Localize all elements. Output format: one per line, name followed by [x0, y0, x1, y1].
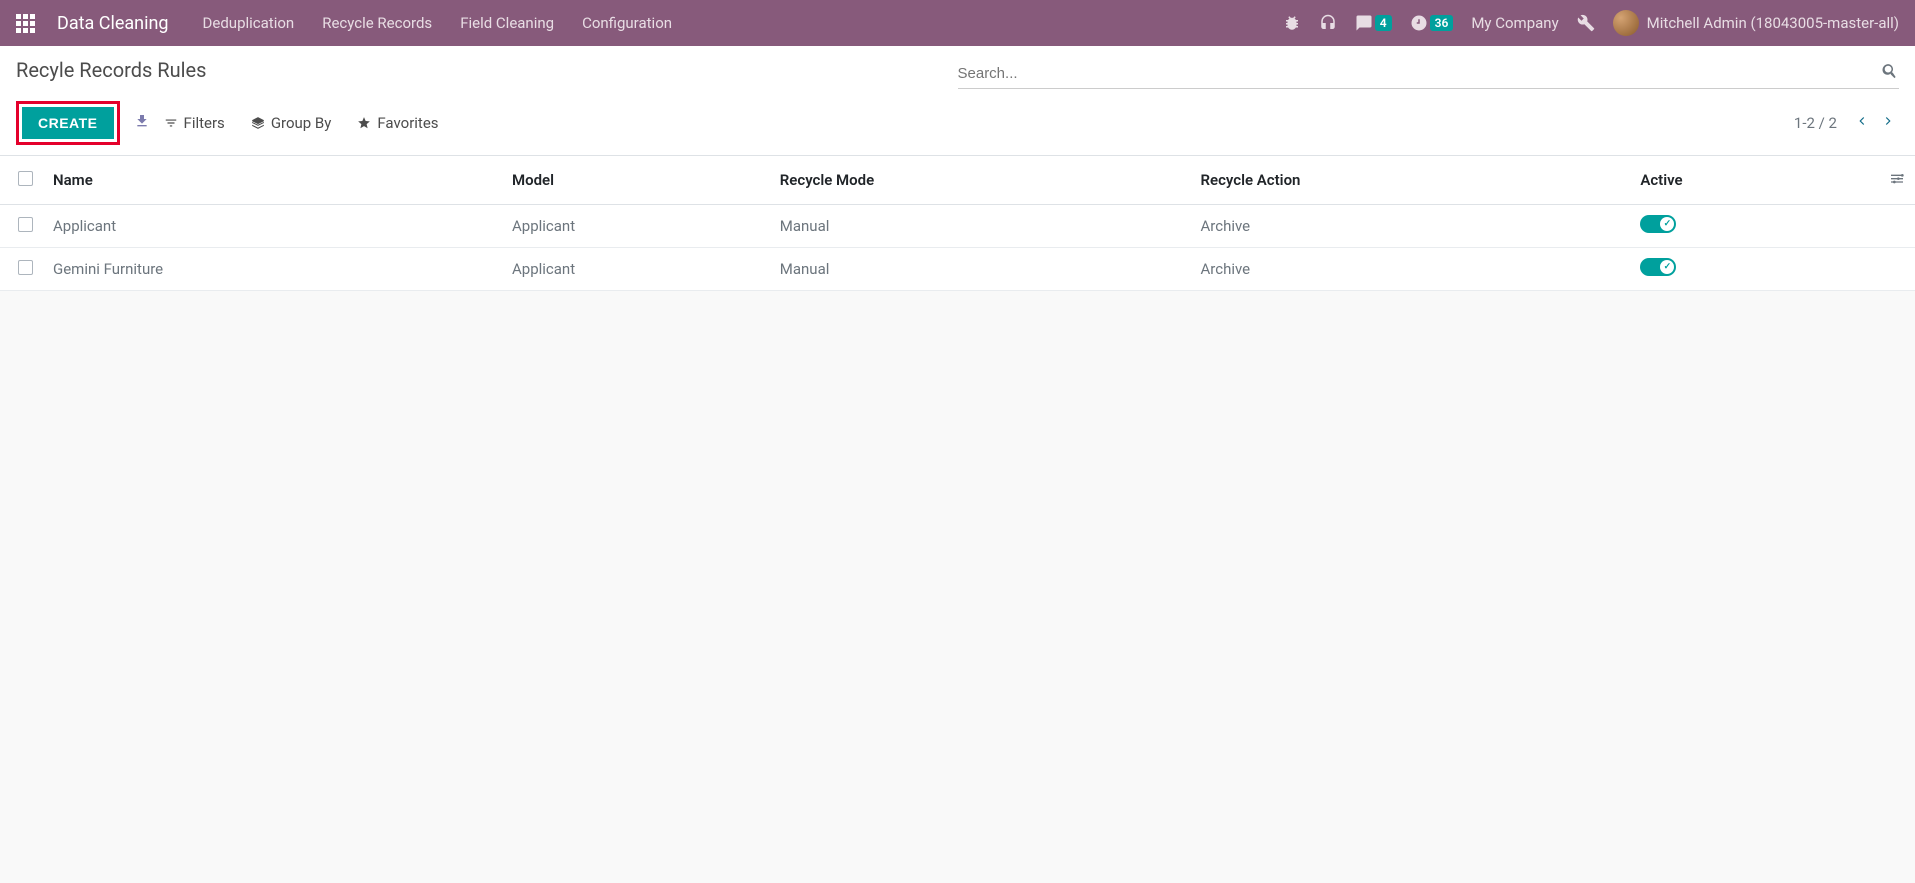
cp-center: Filters Group By Favorites — [150, 114, 1794, 132]
import-icon[interactable] — [134, 113, 150, 133]
control-panel: Recyle Records Rules CREATE Filters Gro — [0, 46, 1915, 156]
filters-button[interactable]: Filters — [164, 114, 225, 132]
th-active[interactable]: Active — [1630, 156, 1879, 205]
columns-options-icon[interactable] — [1889, 172, 1905, 190]
cell-name: Applicant — [43, 205, 502, 248]
favorites-button[interactable]: Favorites — [357, 114, 438, 132]
activities-icon[interactable]: 36 — [1410, 14, 1454, 32]
nav-deduplication[interactable]: Deduplication — [203, 14, 295, 32]
search-wrap — [958, 58, 1900, 89]
cell-model: Applicant — [502, 248, 770, 291]
search-input[interactable] — [958, 65, 1882, 82]
nav-links: Deduplication Recycle Records Field Clea… — [203, 14, 672, 32]
cell-model: Applicant — [502, 205, 770, 248]
user-label: Mitchell Admin (18043005-master-all) — [1647, 14, 1899, 32]
cell-name: Gemini Furniture — [43, 248, 502, 291]
apps-icon[interactable] — [16, 14, 35, 33]
pager-text: 1-2 / 2 — [1794, 114, 1837, 132]
company-switcher[interactable]: My Company — [1471, 14, 1558, 32]
cp-bottom: CREATE Filters Group By Favorites 1-2 / … — [16, 101, 1899, 145]
search-icon[interactable] — [1881, 62, 1899, 84]
filters-label: Filters — [184, 114, 225, 132]
pager-next[interactable] — [1877, 112, 1899, 134]
activities-badge: 36 — [1430, 15, 1454, 31]
active-toggle[interactable] — [1640, 215, 1676, 233]
cell-mode: Manual — [770, 205, 1191, 248]
navbar-right: 4 36 My Company Mitchell Admin (18043005… — [1283, 10, 1899, 36]
active-toggle[interactable] — [1640, 258, 1676, 276]
cell-mode: Manual — [770, 248, 1191, 291]
messages-badge: 4 — [1375, 15, 1392, 31]
table-row[interactable]: Gemini Furniture Applicant Manual Archiv… — [0, 248, 1915, 291]
table-wrap: Name Model Recycle Mode Recycle Action A… — [0, 156, 1915, 291]
support-icon[interactable] — [1319, 14, 1337, 32]
create-button[interactable]: CREATE — [22, 107, 114, 139]
pager-nav — [1851, 112, 1899, 134]
create-highlight: CREATE — [16, 101, 120, 145]
th-model[interactable]: Model — [502, 156, 770, 205]
rules-table: Name Model Recycle Mode Recycle Action A… — [0, 156, 1915, 291]
cp-left: CREATE — [16, 101, 150, 145]
cell-action: Archive — [1191, 248, 1631, 291]
nav-field-cleaning[interactable]: Field Cleaning — [460, 14, 554, 32]
groupby-label: Group By — [271, 114, 332, 132]
th-action[interactable]: Recycle Action — [1191, 156, 1631, 205]
pager-prev[interactable] — [1851, 112, 1873, 134]
row-checkbox[interactable] — [18, 217, 33, 232]
table-row[interactable]: Applicant Applicant Manual Archive — [0, 205, 1915, 248]
cell-action: Archive — [1191, 205, 1631, 248]
cp-top: Recyle Records Rules — [16, 58, 1899, 89]
app-brand[interactable]: Data Cleaning — [57, 13, 169, 34]
select-all-checkbox[interactable] — [18, 171, 33, 186]
page-title: Recyle Records Rules — [16, 58, 958, 82]
messages-icon[interactable]: 4 — [1355, 14, 1392, 32]
avatar — [1613, 10, 1639, 36]
top-navbar: Data Cleaning Deduplication Recycle Reco… — [0, 0, 1915, 46]
nav-recycle-records[interactable]: Recycle Records — [322, 14, 432, 32]
favorites-label: Favorites — [377, 114, 438, 132]
groupby-button[interactable]: Group By — [251, 114, 332, 132]
cp-right: 1-2 / 2 — [1794, 112, 1899, 134]
tools-icon[interactable] — [1577, 14, 1595, 32]
user-menu[interactable]: Mitchell Admin (18043005-master-all) — [1613, 10, 1899, 36]
bug-icon[interactable] — [1283, 14, 1301, 32]
th-name[interactable]: Name — [43, 156, 502, 205]
navbar-left: Data Cleaning Deduplication Recycle Reco… — [16, 13, 672, 34]
nav-configuration[interactable]: Configuration — [582, 14, 672, 32]
row-checkbox[interactable] — [18, 260, 33, 275]
th-mode[interactable]: Recycle Mode — [770, 156, 1191, 205]
